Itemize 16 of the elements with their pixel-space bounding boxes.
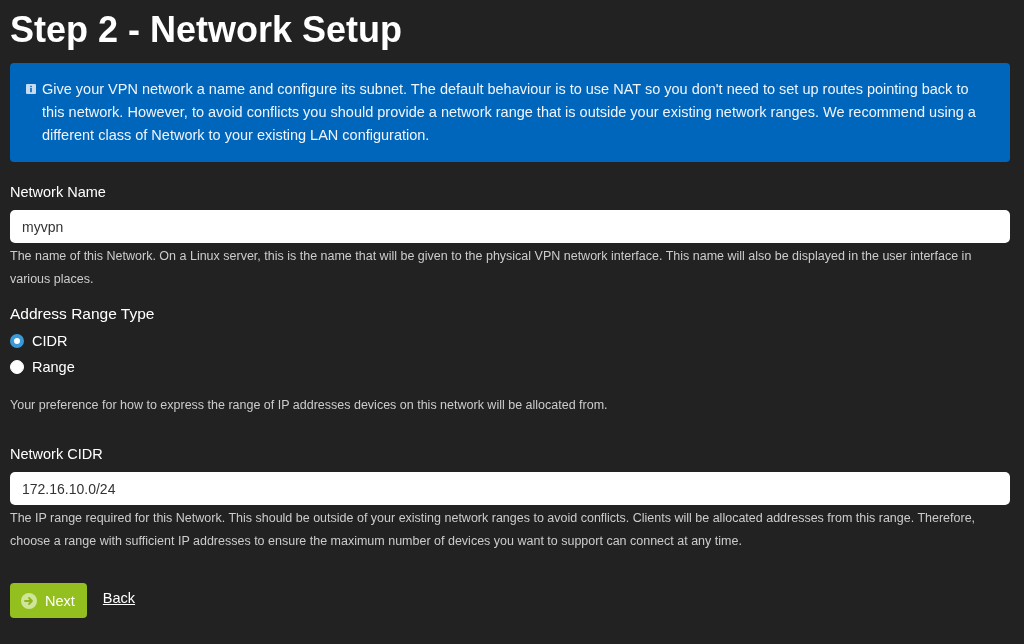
info-text: Give your VPN network a name and configure its subnet. The default behaviour is to use NAT so you don't need to set up routes pointing back to this network. However, to avoid conflicts you should provide a network range that is outside your existing network ranges. We recommend using a different class of Network to your existing LAN configuration. — [42, 80, 977, 145]
radio-button[interactable] — [10, 334, 24, 348]
field-label: Network CIDR — [10, 445, 103, 464]
input-field[interactable]: 172.16.10.0/24 — [10, 472, 1010, 505]
help-text: The name of this Network. On a Linux server, this is the name that will be given to the physical VPN network interface. This name will also be displayed in the user interface in various places. — [10, 248, 973, 288]
field-label: Address Range Type — [10, 304, 155, 324]
help-text: The IP range required for this Network. This should be outside of your existing network ranges to avoid conflicts. Clients will be allocated addresses from this range. Therefore, choose a range with sufficient IP addresses to ensure the maximum number of devices you want to support can connect at any time. — [10, 510, 977, 550]
input-field[interactable]: myvpn — [10, 210, 1010, 243]
radio-label[interactable]: CIDR — [32, 332, 68, 350]
help-text: Your preference for how to express the range of IP addresses devices on this network will be allocated from. — [10, 397, 609, 414]
arrow-circle-icon — [21, 592, 37, 609]
field-label: Network Name — [10, 183, 106, 202]
radio-label[interactable]: Range — [32, 358, 75, 376]
info-icon — [26, 84, 36, 94]
back-link[interactable]: Back — [102, 589, 136, 606]
page-title: Step 2 - Network Setup — [10, 8, 403, 52]
